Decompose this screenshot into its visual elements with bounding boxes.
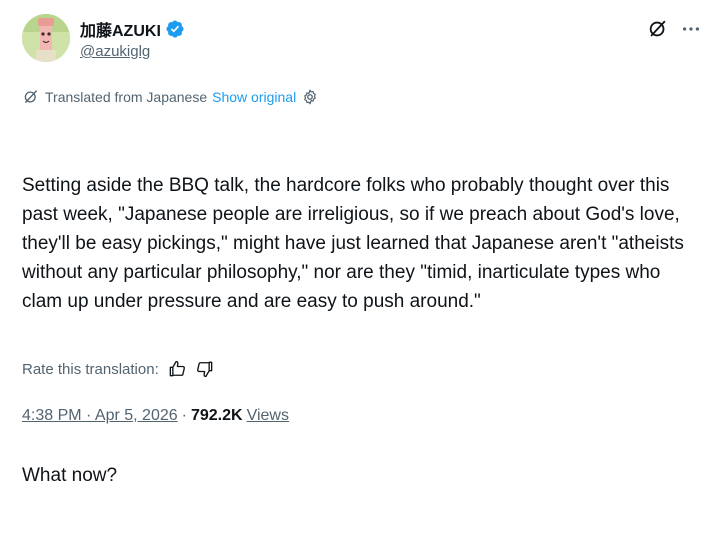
meta-separator: ·	[181, 407, 187, 424]
verified-badge-icon	[166, 20, 184, 38]
translation-label: Translated from Japanese	[45, 89, 208, 105]
grok-icon[interactable]	[647, 18, 669, 40]
translate-icon	[24, 90, 37, 103]
tweet-text: Setting aside the BBQ talk, the hardcore…	[22, 113, 702, 548]
rate-translation-label: Rate this translation:	[22, 360, 159, 378]
display-name[interactable]: 加藤AZUKI	[80, 17, 161, 41]
settings-icon[interactable]	[301, 88, 319, 106]
views-count: 792.2K	[190, 407, 243, 424]
avatar-image	[22, 14, 70, 62]
tweet-paragraph-1: Setting aside the BBQ talk, the hardcore…	[22, 175, 690, 312]
views-link[interactable]: Views	[247, 407, 289, 425]
rate-translation-row: Rate this translation:	[22, 359, 215, 379]
show-original-link[interactable]: Show original	[212, 89, 296, 105]
avatar[interactable]	[22, 14, 70, 62]
translation-bar: Translated from Japanese Show original	[22, 88, 319, 106]
author-name-row: 加藤AZUKI	[80, 17, 185, 41]
thumbs-up-icon[interactable]	[167, 359, 187, 379]
tweet-card: 加藤AZUKI @azukiglg Translated from Japane…	[0, 0, 716, 486]
author-handle[interactable]: @azukiglg	[80, 43, 150, 60]
tweet-meta: 4:38 PM · Apr 5, 2026 · 792.2K Views	[22, 407, 289, 425]
tweet-paragraph-2: What now?	[22, 465, 118, 486]
more-options-icon[interactable]	[680, 18, 702, 40]
timestamp-link[interactable]: 4:38 PM · Apr 5, 2026	[22, 407, 178, 425]
thumbs-down-icon[interactable]	[195, 359, 215, 379]
